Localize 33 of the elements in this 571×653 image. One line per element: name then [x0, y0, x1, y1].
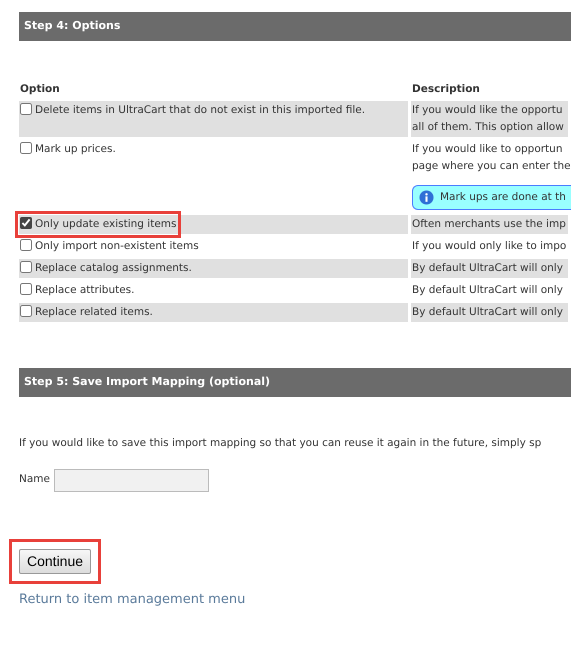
return-link[interactable]: Return to item management menu	[19, 592, 246, 606]
field-label: Name	[19, 472, 50, 488]
checkbox[interactable]	[20, 238, 32, 251]
option-label: Only update existing items	[35, 216, 176, 232]
checkbox[interactable]	[20, 216, 32, 229]
continue-button[interactable]: Continue	[19, 548, 92, 574]
option-label: Only import non-existent items	[35, 238, 199, 254]
description-text: If you would only like to impo	[412, 238, 567, 254]
option-label: Replace related items.	[35, 304, 153, 320]
description-text: Often merchants use the imp	[412, 216, 567, 232]
description-text: By default UltraCart will only	[412, 260, 564, 276]
option-label: Delete items in UltraCart that do not exist in this imported file.	[35, 102, 366, 118]
checkbox[interactable]	[20, 282, 32, 295]
note-text: Mark ups are done at th	[440, 190, 566, 205]
option-label: Replace catalog assignments.	[35, 260, 192, 276]
description-text: If you would like to opportun	[412, 142, 564, 157]
description-text: By default UltraCart will only	[412, 282, 564, 298]
option-label: Replace attributes.	[35, 282, 134, 298]
checkbox[interactable]	[20, 260, 32, 273]
column-header: Option	[19, 82, 61, 97]
description-text: If you would like the opportu	[412, 102, 564, 118]
section-header: Step 4: Options	[19, 12, 571, 41]
column-header: Description	[411, 82, 481, 97]
option-label: Mark up prices.	[35, 142, 116, 157]
input-field[interactable]	[54, 468, 209, 492]
description-text: all of them. This option allow	[412, 120, 565, 135]
checkbox[interactable]	[20, 304, 32, 317]
description-text: By default UltraCart will only	[412, 304, 564, 320]
checkbox[interactable]	[20, 102, 32, 115]
section-header: Step 5: Save Import Mapping (optional)	[19, 368, 571, 397]
intro-text: If you would like to save this import mapping so that you can reuse it again in the future, simply sp	[19, 436, 542, 451]
info-icon	[419, 190, 434, 205]
checkbox[interactable]	[20, 142, 32, 154]
